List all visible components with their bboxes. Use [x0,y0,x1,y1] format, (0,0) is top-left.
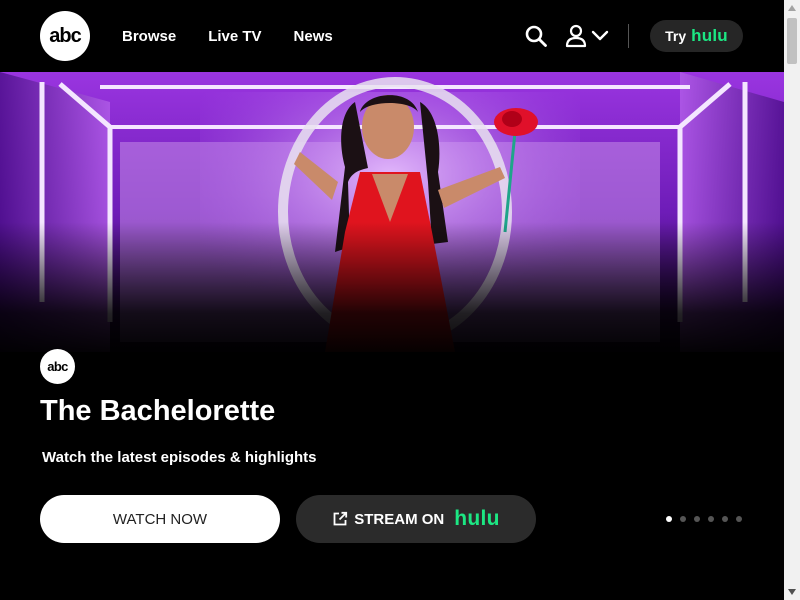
scroll-down-arrow-icon[interactable] [784,584,800,600]
try-label: Try [665,28,687,44]
hero-gradient [0,222,784,362]
scroll-up-arrow-icon[interactable] [784,0,800,16]
try-hulu-button[interactable]: Try hulu [650,20,743,52]
hulu-logo: hulu [691,26,728,45]
carousel-dots [666,516,742,522]
carousel-dot[interactable] [708,516,714,522]
hulu-logo: hulu [454,507,500,530]
nav-news[interactable]: News [294,28,333,45]
header-divider [628,24,629,48]
abc-logo[interactable]: abc [40,11,90,61]
carousel-dot[interactable] [694,516,700,522]
show-title: The Bachelorette [40,395,276,427]
main-nav: Browse Live TV News [122,0,333,72]
show-subtitle: Watch the latest episodes & highlights [42,449,317,466]
user-icon[interactable] [565,24,587,48]
nav-browse[interactable]: Browse [122,28,176,45]
carousel-dot[interactable] [736,516,742,522]
network-logo: abc [40,349,75,384]
search-icon[interactable] [524,24,548,48]
carousel-dot[interactable] [722,516,728,522]
chevron-down-icon[interactable] [591,28,609,44]
scrollbar-thumb[interactable] [787,18,797,64]
nav-live-tv[interactable]: Live TV [208,28,261,45]
carousel-dot[interactable] [680,516,686,522]
stream-on-hulu-button[interactable]: STREAM ON hulu [296,495,536,543]
external-link-icon [333,511,348,526]
stream-on-label: STREAM ON [354,510,445,528]
site-header: abc Browse Live TV News Try hulu [0,0,784,72]
page-scrollbar[interactable] [784,0,800,600]
hero-banner: abc The Bachelorette Watch the latest ep… [0,72,784,600]
watch-now-button[interactable]: WATCH NOW [40,495,280,543]
carousel-dot[interactable] [666,516,672,522]
